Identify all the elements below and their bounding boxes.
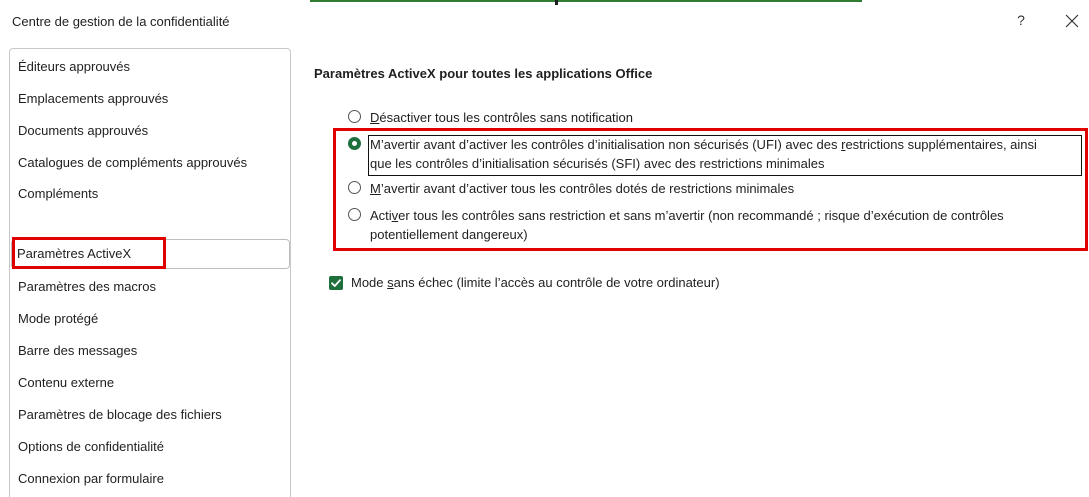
- sidebar-item-label: Mode protégé: [18, 311, 99, 326]
- radio-label: Désactiver tous les contrôles sans notif…: [370, 108, 633, 127]
- sidebar-item-label: Contenu externe: [18, 375, 115, 390]
- sidebar-item-mode-protege[interactable]: Mode protégé: [18, 307, 98, 331]
- radio-selected-icon[interactable]: [348, 137, 361, 150]
- safe-mode-checkbox[interactable]: [329, 275, 343, 290]
- radio-unselected-icon[interactable]: [348, 181, 361, 194]
- sidebar-item-label: Paramètres ActiveX: [17, 246, 132, 261]
- sidebar-item-catalogues-complements[interactable]: Catalogues de compléments approuvés: [18, 151, 247, 175]
- sidebar-item-label: Barre des messages: [18, 343, 138, 358]
- radio-option-warn-ufi-sfi[interactable]: M’avertir avant d’activer les contrôles …: [348, 135, 1037, 173]
- sidebar-item-parametres-activex[interactable]: Paramètres ActiveX: [11, 239, 290, 269]
- sidebar-item-label: Compléments: [18, 186, 99, 201]
- label-text: que les contrôles d’initialisation sécur…: [370, 156, 825, 171]
- access-key: M: [370, 181, 381, 196]
- access-key: D: [370, 110, 380, 125]
- radio-label: Activer tous les contrôles sans restrict…: [370, 206, 1004, 244]
- sidebar-item-options-confidentialite[interactable]: Options de confidentialité: [18, 435, 164, 459]
- sidebar-item-blocage-fichiers[interactable]: Paramètres de blocage des fichiers: [18, 403, 222, 427]
- radio-unselected-icon[interactable]: [348, 110, 361, 123]
- radio-label: M’avertir avant d’activer tous les contr…: [370, 179, 794, 198]
- label-text: ans échec (limite l’accès au contrôle de…: [393, 275, 720, 290]
- checkmark-icon: [331, 278, 341, 287]
- sidebar-item-contenu-externe[interactable]: Contenu externe: [18, 371, 114, 395]
- radio-option-enable-all[interactable]: Activer tous les contrôles sans restrict…: [348, 206, 1004, 244]
- sidebar-item-barre-messages[interactable]: Barre des messages: [18, 339, 137, 363]
- sidebar-item-label: Options de confidentialité: [18, 439, 164, 454]
- radio-option-warn-minimal[interactable]: M’avertir avant d’activer tous les contr…: [348, 179, 794, 198]
- label-text: potentiellement dangereux): [370, 227, 528, 242]
- sidebar-item-connexion-formulaire[interactable]: Connexion par formulaire: [18, 467, 164, 491]
- sidebar-item-complements[interactable]: Compléments: [18, 182, 98, 206]
- dialog-title: Centre de gestion de la confidentialité: [12, 14, 230, 29]
- dialog-titlebar: Centre de gestion de la confidentialité …: [0, 0, 1089, 40]
- sidebar-item-parametres-macros[interactable]: Paramètres des macros: [18, 275, 156, 299]
- label-text: ’avertir avant d’activer tous les contrô…: [380, 181, 795, 196]
- safe-mode-checkbox-row[interactable]: Mode sans échec (limite l’accès au contr…: [329, 275, 720, 290]
- radio-unselected-icon[interactable]: [348, 208, 361, 221]
- label-text: M’avertir avant d’activer les contrôles …: [370, 137, 842, 152]
- label-text: Acti: [370, 208, 392, 223]
- sidebar-item-label: Documents approuvés: [18, 123, 149, 138]
- sidebar-item-label: Éditeurs approuvés: [18, 59, 131, 74]
- sidebar-item-label: Emplacements approuvés: [18, 91, 169, 106]
- sidebar-nav: Éditeurs approuvés Emplacements approuvé…: [9, 48, 291, 497]
- radio-label: M’avertir avant d’activer les contrôles …: [370, 135, 1037, 173]
- label-text: Mode: [351, 275, 388, 290]
- label-text: ésactiver tous les contrôles sans notifi…: [379, 110, 634, 125]
- close-icon: [1065, 14, 1079, 28]
- sidebar-item-label: Paramètres des macros: [18, 279, 156, 294]
- radio-option-disable-all[interactable]: Désactiver tous les contrôles sans notif…: [348, 108, 633, 127]
- close-button[interactable]: [1062, 9, 1082, 31]
- sidebar-item-label: Catalogues de compléments approuvés: [18, 155, 248, 170]
- sidebar-item-emplacements-approuves[interactable]: Emplacements approuvés: [18, 87, 168, 111]
- sidebar-item-editeurs-approuves[interactable]: Éditeurs approuvés: [18, 55, 130, 79]
- help-button[interactable]: ?: [1013, 12, 1029, 32]
- label-text: er tous les contrôles sans restriction e…: [398, 208, 1004, 223]
- sidebar-item-label: Connexion par formulaire: [18, 471, 164, 486]
- sidebar-item-documents-approuves[interactable]: Documents approuvés: [18, 119, 148, 143]
- sidebar-item-label: Paramètres de blocage des fichiers: [18, 407, 222, 422]
- safe-mode-label: Mode sans échec (limite l’accès au contr…: [351, 275, 720, 290]
- label-text: estrictions supplémentaires, ainsi: [845, 137, 1037, 152]
- help-icon: ?: [1017, 12, 1025, 28]
- section-title: Paramètres ActiveX pour toutes les appli…: [314, 66, 653, 81]
